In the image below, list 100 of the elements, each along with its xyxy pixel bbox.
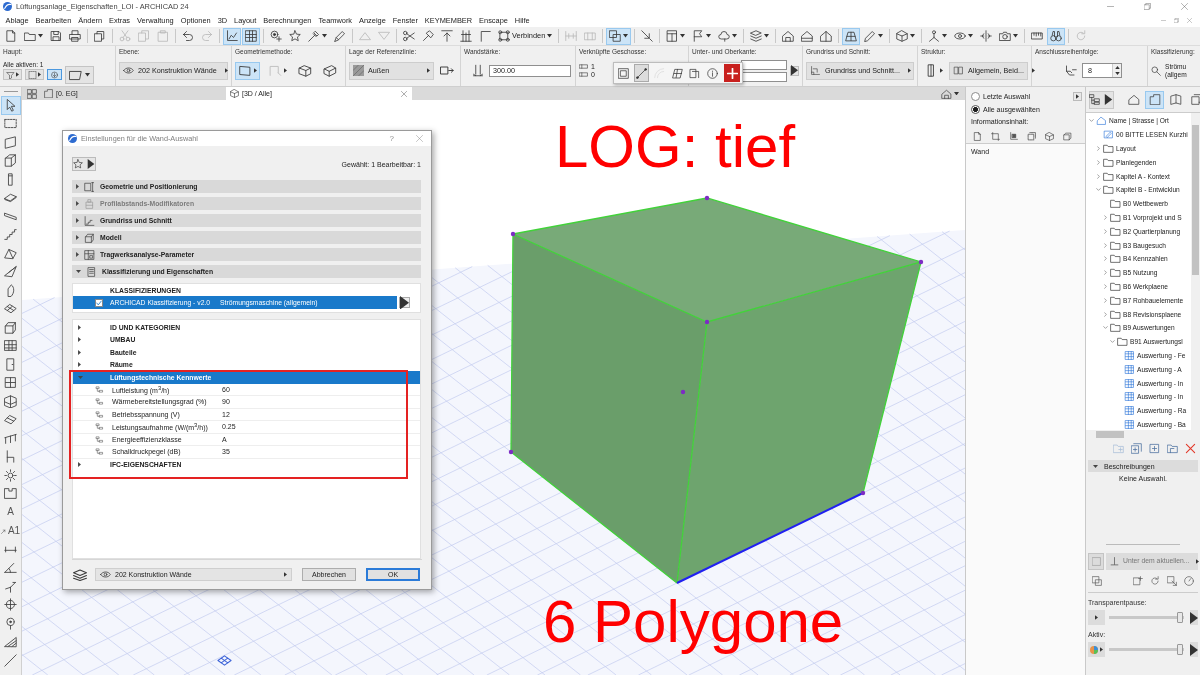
select-layer-button[interactable] (1092, 576, 1102, 586)
triangle-right-icon[interactable] (78, 337, 81, 343)
split-panel-icon (953, 66, 964, 75)
panel-menu-button[interactable] (1073, 92, 1082, 101)
camera-icon (999, 30, 1012, 42)
slider-menu-button[interactable] (1088, 610, 1105, 625)
caret-right-icon (427, 68, 430, 73)
delete-button[interactable] (1185, 443, 1196, 454)
checkbox[interactable] (95, 298, 103, 307)
triangle-right-icon[interactable] (78, 349, 81, 355)
option-button[interactable] (47, 69, 62, 80)
favorites-button[interactable] (72, 157, 96, 171)
dashed-box-icon (1027, 132, 1036, 141)
views-map-button[interactable] (1145, 90, 1164, 109)
vertex-marker[interactable] (510, 231, 516, 237)
vertex-marker[interactable] (918, 259, 924, 265)
triangle-down-icon[interactable] (78, 375, 83, 379)
square-handles-icon (498, 30, 510, 42)
option-button[interactable] (25, 69, 44, 80)
stair-icon (4, 228, 17, 242)
vertical-scrollbar[interactable] (1191, 113, 1200, 430)
property-icon (95, 385, 104, 393)
label-tool-button[interactable]: A1 (0, 521, 21, 540)
railing-icon (4, 431, 17, 445)
input-field[interactable] (741, 71, 787, 82)
vertex-marker[interactable] (508, 449, 514, 455)
triangle-right-icon[interactable] (78, 324, 81, 330)
caret-right-icon (400, 295, 409, 310)
minimize-icon (1161, 17, 1166, 23)
tree-popup-button[interactable] (1089, 90, 1114, 109)
triangle-right-icon[interactable] (78, 362, 81, 368)
triangle-right-icon[interactable] (78, 462, 81, 468)
floor-plan-icon (810, 66, 821, 75)
dial-button[interactable] (1184, 576, 1194, 586)
cube-button[interactable] (1045, 132, 1054, 141)
corner-marks-button[interactable] (991, 132, 1000, 141)
dimension-frame-icon (84, 181, 95, 192)
pointer-tool-button[interactable] (0, 96, 21, 115)
dial-icon (1184, 576, 1194, 586)
add-sheet-button[interactable] (1149, 443, 1160, 454)
scrollbar-thumb[interactable] (1192, 125, 1199, 275)
input-field[interactable] (741, 59, 787, 70)
cycle-button[interactable] (1150, 576, 1160, 586)
caret-right-icon (16, 72, 19, 77)
arrow-button[interactable] (790, 65, 799, 76)
radio-button[interactable] (971, 92, 980, 101)
property-icon (95, 398, 104, 406)
align-button[interactable] (438, 27, 456, 45)
floor-plan-icon (44, 89, 53, 98)
folder-icon (1110, 199, 1121, 209)
document-lines-icon (86, 266, 97, 277)
slider-arrow-button[interactable] (1190, 610, 1198, 625)
folder-icon (1110, 240, 1121, 250)
text-tool-button[interactable]: A (0, 503, 21, 522)
overlap-squares-button[interactable] (606, 27, 632, 45)
corner-marks-icon (991, 132, 1000, 141)
dashed-square-icon (28, 70, 37, 79)
slider-menu-button[interactable] (1088, 642, 1105, 657)
scrollbar-thumb[interactable] (1096, 431, 1124, 438)
filled-corner-button[interactable] (1009, 132, 1018, 141)
dashed-box-button[interactable] (1027, 132, 1036, 141)
close-icon (1181, 3, 1188, 10)
slider-thumb[interactable] (1177, 612, 1184, 623)
vertex-marker[interactable] (860, 490, 866, 496)
refresh-icon (1075, 30, 1088, 42)
option-button[interactable] (3, 69, 22, 80)
vertex-marker[interactable] (680, 389, 686, 395)
line-chart-button[interactable] (223, 27, 241, 45)
palette-button[interactable] (633, 64, 650, 82)
house-icon (820, 30, 833, 42)
classification-menu-button[interactable] (399, 297, 410, 308)
grid-cursor-icon (217, 653, 232, 668)
slider-arrow-button[interactable] (1190, 642, 1198, 657)
story-link-icon (579, 64, 588, 69)
binoculars-button[interactable] (1047, 27, 1066, 45)
folder-icon (1110, 254, 1121, 264)
geometry-method-button[interactable] (235, 61, 260, 80)
radio-button[interactable] (971, 105, 980, 114)
printer-button[interactable] (66, 27, 84, 45)
perspective-grid-button[interactable] (842, 27, 861, 45)
clone-sheet-button[interactable] (1131, 443, 1142, 454)
target-plus-button[interactable] (267, 27, 285, 45)
vertex-marker[interactable] (704, 319, 710, 325)
polyline-icon (268, 64, 282, 77)
box-outline-button[interactable] (1063, 132, 1072, 141)
move-layer-button[interactable] (1167, 576, 1177, 586)
document-button[interactable] (973, 132, 982, 141)
help-button[interactable]: ? (389, 134, 394, 143)
palette-button[interactable] (724, 64, 741, 82)
folder-arrow-icon (1167, 443, 1178, 454)
shape-dropdown-button[interactable] (65, 66, 94, 84)
pencil-icon (864, 30, 877, 42)
slider-thumb[interactable] (1177, 644, 1184, 655)
add-layer-button[interactable] (1133, 576, 1143, 586)
grid-button[interactable] (242, 27, 260, 45)
vertex-marker[interactable] (704, 195, 710, 201)
distribute-button[interactable] (457, 27, 475, 45)
restore-button[interactable] (1144, 3, 1151, 10)
view-grid-button[interactable] (24, 87, 40, 100)
folder-arrow-button[interactable] (1167, 443, 1178, 454)
